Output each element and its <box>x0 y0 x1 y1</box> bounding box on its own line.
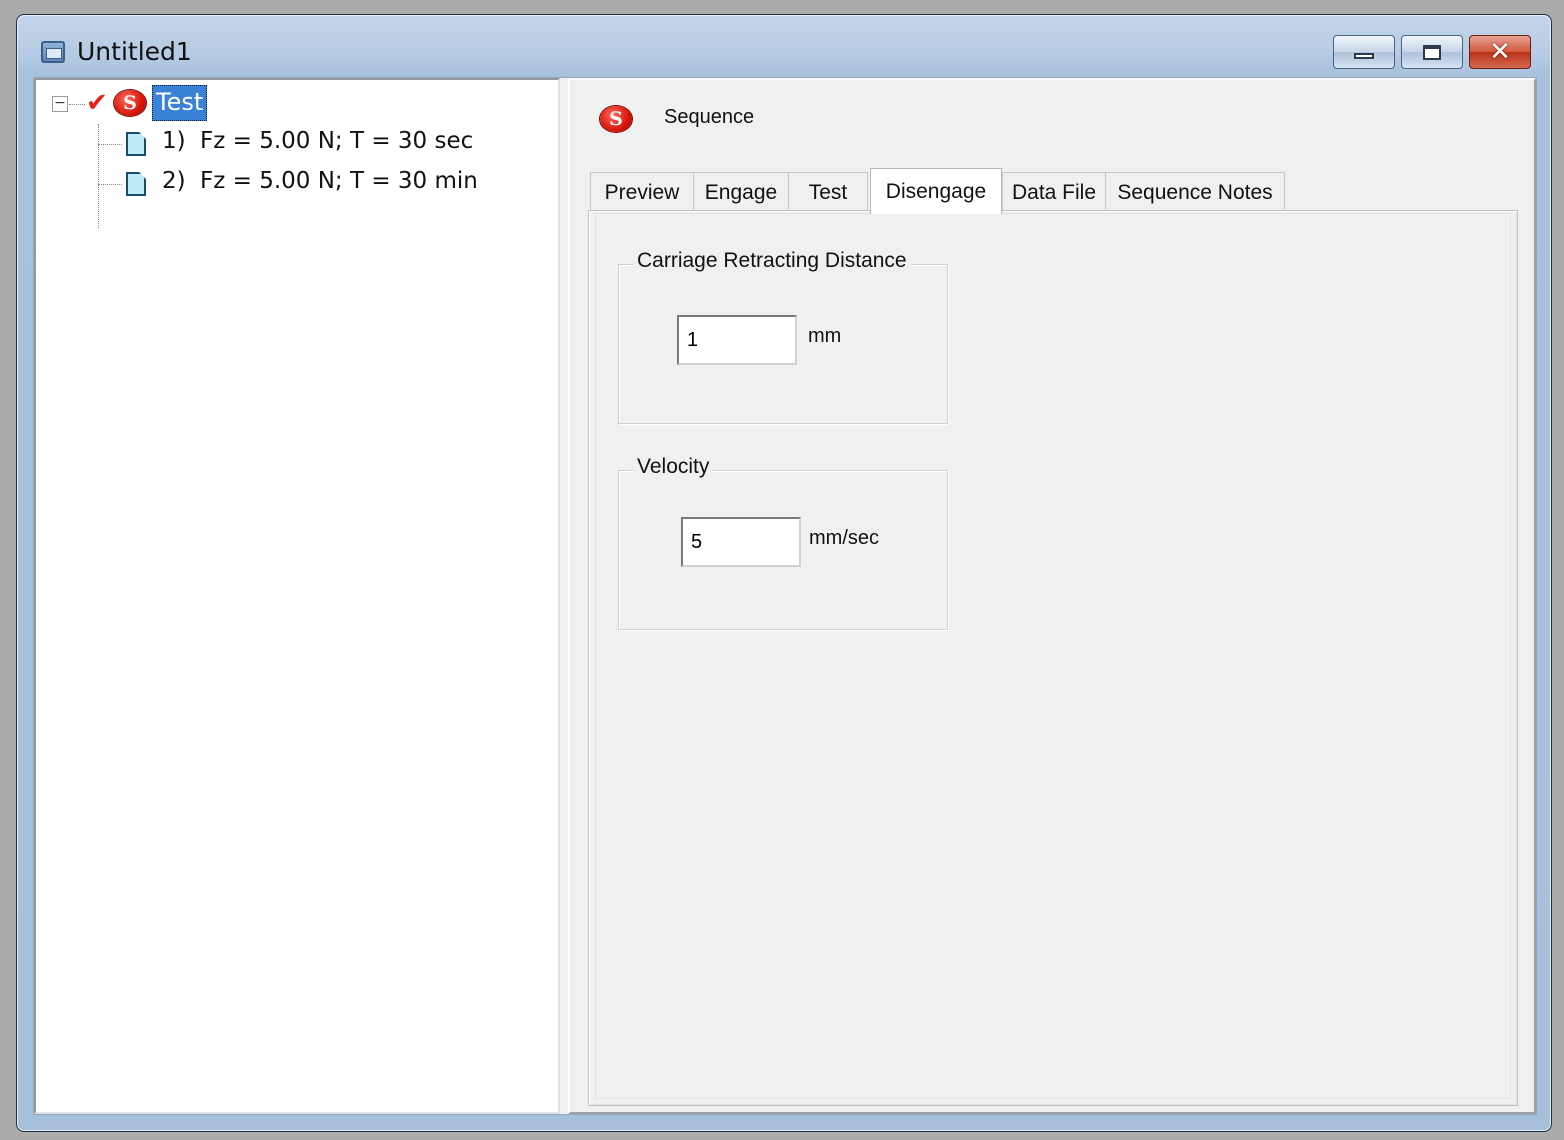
carriage-distance-input[interactable] <box>677 315 797 365</box>
tab-sequence-notes[interactable]: Sequence Notes <box>1105 172 1285 212</box>
tree-connector <box>69 104 85 105</box>
distance-unit-label: mm <box>808 325 842 347</box>
velocity-group: Velocity mm/sec <box>618 455 948 630</box>
group-title: Carriage Retracting Distance <box>633 249 911 273</box>
tab-data-file[interactable]: Data File <box>1002 172 1106 212</box>
tree-root-test[interactable]: Test <box>152 85 208 121</box>
velocity-input[interactable] <box>681 517 801 567</box>
s-logo-icon: S <box>114 90 146 116</box>
checkmark-icon[interactable]: ✔ <box>86 90 108 116</box>
step-number: 1) <box>162 128 186 154</box>
group-title: Velocity <box>633 455 714 479</box>
close-button[interactable]: ✕ <box>1469 35 1531 69</box>
minimize-icon <box>1354 53 1374 59</box>
step-text: Fz = 5.00 N; T = 30 sec <box>200 128 474 154</box>
sequence-panel: S Sequence Preview Engage Test Disengage… <box>568 78 1536 1114</box>
maximize-icon <box>1423 44 1441 60</box>
sequence-tree[interactable]: − ✔ S Test 1) Fz = 5.00 N; T = 30 sec 2)… <box>34 78 560 1114</box>
tab-disengage[interactable]: Disengage <box>870 168 1002 214</box>
tree-connector <box>98 124 99 228</box>
collapse-toggle-icon[interactable]: − <box>52 96 68 112</box>
velocity-unit-label: mm/sec <box>809 527 879 549</box>
tab-test[interactable]: Test <box>788 172 868 212</box>
tree-connector <box>98 144 122 145</box>
tab-preview[interactable]: Preview <box>590 172 694 212</box>
tab-engage[interactable]: Engage <box>693 172 789 212</box>
document-icon <box>126 132 146 156</box>
tree-connector <box>98 184 122 185</box>
client-area: − ✔ S Test 1) Fz = 5.00 N; T = 30 sec 2)… <box>33 77 1537 1115</box>
carriage-retracting-distance-group: Carriage Retracting Distance mm <box>618 249 948 424</box>
window-title: Untitled1 <box>77 37 192 66</box>
app-window-icon[interactable] <box>41 41 65 63</box>
minimize-button[interactable] <box>1333 35 1395 69</box>
step-number: 2) <box>162 168 186 194</box>
step-text: Fz = 5.00 N; T = 30 min <box>200 168 478 194</box>
app-window: Untitled1 ✕ − ✔ S Test 1) Fz = 5.00 N; T… <box>16 14 1552 1132</box>
title-bar[interactable]: Untitled1 ✕ <box>17 15 1551 77</box>
tab-strip: Preview Engage Test Disengage Data File … <box>590 168 1530 214</box>
panel-header-label: Sequence <box>664 106 755 128</box>
tab-content-inner: Carriage Retracting Distance mm Velocity… <box>595 213 1511 1099</box>
s-logo-icon: S <box>600 106 632 132</box>
maximize-button[interactable] <box>1401 35 1463 69</box>
document-icon <box>126 172 146 196</box>
tab-content: Carriage Retracting Distance mm Velocity… <box>588 210 1518 1106</box>
close-icon: ✕ <box>1489 37 1511 67</box>
